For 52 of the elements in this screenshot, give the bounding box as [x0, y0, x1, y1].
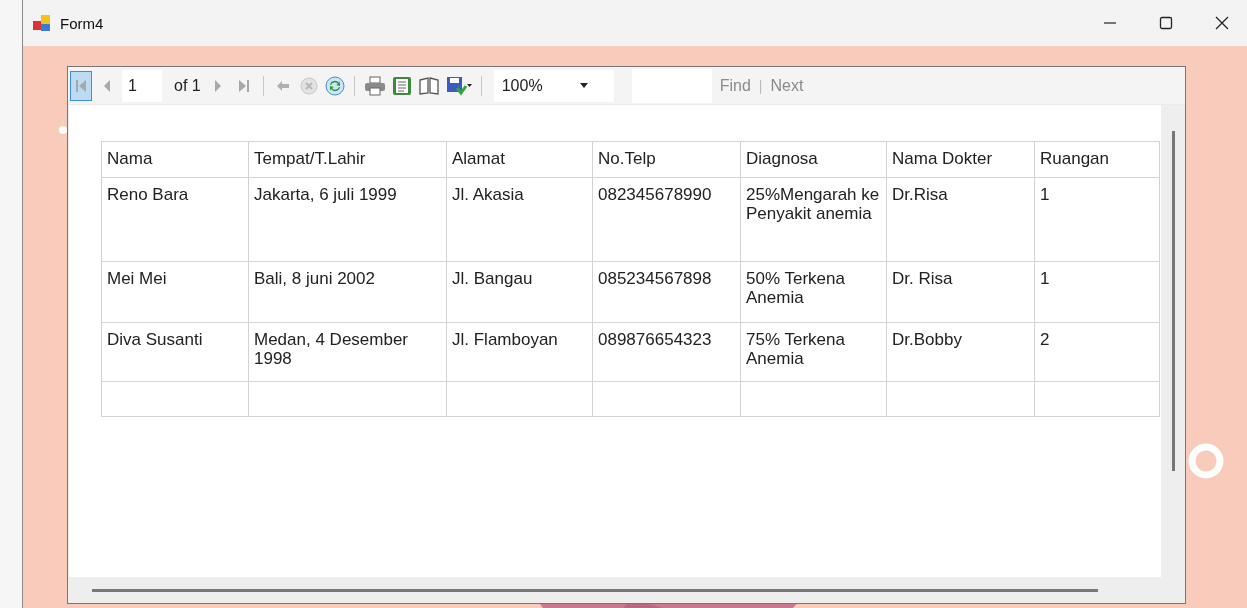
- table-cell: 1: [1034, 261, 1160, 323]
- column-header: Nama Dokter: [886, 141, 1035, 178]
- first-page-icon: [74, 77, 88, 94]
- column-header: Tempat/T.Lahir: [248, 141, 447, 178]
- table-cell: Reno Bara: [101, 177, 249, 262]
- link-separator: |: [758, 77, 763, 94]
- vertical-scrollbar[interactable]: [1171, 131, 1175, 471]
- page-count: of 1: [174, 76, 201, 95]
- table-cell: 085234567898: [592, 261, 741, 323]
- open-book-icon: [417, 76, 440, 95]
- last-page-icon: [236, 77, 251, 94]
- window-title: Form4: [60, 14, 105, 32]
- find-field[interactable]: [631, 68, 712, 103]
- column-header: Nama: [101, 141, 249, 178]
- column-header: Diagnosa: [740, 141, 887, 178]
- table-cell: Jakarta, 6 juli 1999: [248, 177, 447, 262]
- column-header: Ruangan: [1034, 141, 1160, 178]
- table-cell: Dr. Risa: [886, 261, 1035, 323]
- table-cell: Jl. Akasia: [446, 177, 593, 262]
- table-cell: Dr.Bobby: [886, 322, 1035, 382]
- maximize-icon: [1159, 16, 1173, 30]
- printer-icon: [363, 75, 386, 96]
- table-cell: 50% Terkena Anemia: [740, 261, 887, 323]
- table-cell: 089876654323: [592, 322, 741, 382]
- table-cell: Jl. Bangau: [446, 261, 593, 323]
- column-header: Alamat: [446, 141, 593, 178]
- table-cell: Dr.Risa: [886, 177, 1035, 262]
- table-cell: 082345678990: [592, 177, 741, 262]
- horizontal-scrollbar[interactable]: [92, 588, 1098, 592]
- zoom-value: 100%: [500, 76, 544, 95]
- table-cell: Diva Susanti: [101, 322, 249, 382]
- save-icon: [445, 75, 472, 96]
- page-field[interactable]: 1: [122, 69, 162, 102]
- close-icon: [1215, 16, 1229, 30]
- column-header: No.Telp: [592, 141, 741, 178]
- page-icon: [391, 75, 412, 96]
- next-page-icon: [212, 77, 223, 94]
- refresh-icon: [324, 75, 345, 96]
- table-cell: Bali, 8 juni 2002: [248, 261, 447, 323]
- table-cell: Jl. Flamboyan: [446, 322, 593, 382]
- stop-icon: [298, 75, 319, 96]
- back-arrow-icon: [275, 79, 290, 92]
- zoom-dropdown[interactable]: 100%: [493, 69, 614, 102]
- table-cell: Mei Mei: [101, 261, 249, 323]
- table-cell: 1: [1034, 177, 1160, 262]
- table-cell: Medan, 4 Desember 1998: [248, 322, 447, 382]
- table-cell: 25%Mengarah ke Penyakit anemia: [740, 177, 887, 262]
- table-cell: 2: [1034, 322, 1160, 382]
- first-page-button[interactable]: [70, 70, 92, 101]
- table-cell: 75% Terkena Anemia: [740, 322, 887, 382]
- caret-icon: [579, 83, 588, 88]
- app-icon: [32, 14, 52, 32]
